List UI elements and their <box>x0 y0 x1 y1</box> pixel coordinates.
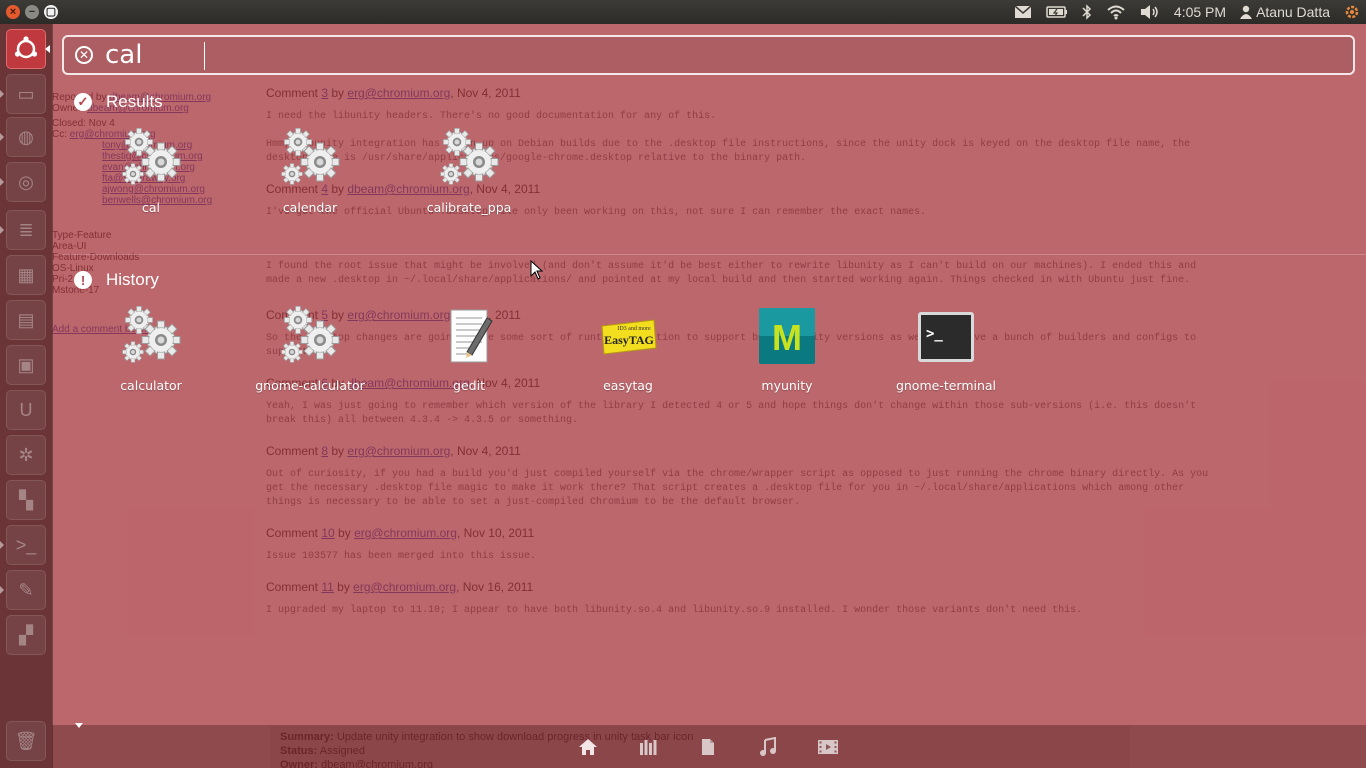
gears-icon <box>278 304 342 368</box>
gears-icon <box>119 304 183 368</box>
video-lens-icon[interactable] <box>816 735 840 759</box>
result-label: cal <box>141 200 160 215</box>
clear-search-icon[interactable]: ✕ <box>75 46 93 64</box>
running-pip <box>0 586 4 594</box>
window-minimize-button[interactable]: − <box>25 5 39 19</box>
applications-lens-icon[interactable] <box>636 735 660 759</box>
svg-text:>_: >_ <box>926 326 943 342</box>
bluetooth-icon[interactable] <box>1082 4 1092 20</box>
terminal-icon: >_ <box>918 312 974 362</box>
presentation-icon[interactable]: ▤ <box>6 300 46 340</box>
running-pip <box>0 133 4 141</box>
running-pip <box>0 178 4 186</box>
history-icon: ! <box>74 271 92 289</box>
text-caret <box>204 42 205 70</box>
document-icon[interactable]: ≣ <box>6 210 46 250</box>
results-title: Results <box>106 92 163 111</box>
svg-text:ID3 and more: ID3 and more <box>617 326 651 332</box>
search-input[interactable] <box>105 40 1205 70</box>
window-maximize-button[interactable]: ▢ <box>44 5 58 19</box>
mail-icon[interactable] <box>1014 5 1032 19</box>
svg-text:M: M <box>772 317 802 358</box>
result-tile[interactable]: cal <box>76 126 226 216</box>
chromium-icon[interactable]: ◎ <box>6 162 46 202</box>
ubuntu-one-icon[interactable]: U <box>6 390 46 430</box>
user-menu[interactable]: Atanu Datta <box>1240 4 1330 20</box>
history-title: History <box>106 270 159 289</box>
history-label: easytag <box>603 378 653 393</box>
history-tile[interactable]: ID3 and more EasyTAG easytag <box>553 304 703 394</box>
history-label: gnome-terminal <box>895 378 997 393</box>
wifi-icon[interactable] <box>1106 4 1126 20</box>
terminal-icon[interactable]: >_ <box>6 525 46 565</box>
files-icon[interactable]: ▭ <box>6 74 46 114</box>
result-label: calendar <box>282 200 338 215</box>
checkmark-icon: ✓ <box>74 93 92 111</box>
history-tile[interactable]: >_ gnome-terminal <box>871 304 1021 394</box>
history-label: gedit <box>453 378 485 393</box>
history-tile[interactable]: gnome-calculator <box>235 304 385 394</box>
home-lens-icon[interactable] <box>576 735 600 759</box>
lens-bar <box>52 725 1366 768</box>
running-pip <box>0 226 4 234</box>
gears-icon <box>119 126 183 190</box>
launcher-active-arrow <box>45 45 50 53</box>
result-tile[interactable]: calibrate_ppa <box>394 126 544 216</box>
window-close-button[interactable]: × <box>6 5 20 19</box>
history-tile[interactable]: gedit <box>394 304 544 394</box>
user-icon <box>1240 5 1253 19</box>
category-divider <box>62 254 1366 255</box>
music-lens-icon[interactable] <box>756 735 780 759</box>
running-pip <box>0 90 4 98</box>
history-label: myunity <box>761 378 813 393</box>
volume-icon[interactable] <box>1140 4 1160 20</box>
workspace-icon[interactable]: ▚ <box>6 480 46 520</box>
software-center-icon[interactable]: ▣ <box>6 345 46 385</box>
power-gear-icon[interactable] <box>1344 4 1360 20</box>
running-pip <box>0 541 4 549</box>
dash-search-box[interactable]: ✕ <box>62 35 1355 75</box>
gears-icon <box>278 126 342 190</box>
history-tile[interactable]: calculator <box>76 304 226 394</box>
trash-icon[interactable]: 🗑 <box>6 721 46 761</box>
history-category-header[interactable]: ! History <box>74 270 159 290</box>
easytag-icon: ID3 and more EasyTAG <box>601 319 657 355</box>
system-monitor-icon[interactable]: ▞ <box>6 615 46 655</box>
text-editor-icon <box>450 309 493 363</box>
settings-icon[interactable]: ✲ <box>6 435 46 475</box>
history-label: calculator <box>120 378 182 393</box>
dash-home-icon[interactable] <box>6 29 46 69</box>
battery-icon[interactable] <box>1046 5 1068 19</box>
firefox-icon[interactable]: ◍ <box>6 117 46 157</box>
indicator-area: 4:05 PM Atanu Datta <box>1014 0 1360 24</box>
result-label: calibrate_ppa <box>426 200 512 215</box>
clock[interactable]: 4:05 PM <box>1174 4 1226 20</box>
launcher: ▭ ◍ ◎ ≣ ▦ ▤ ▣ U ✲ ▚ >_ ✎ ▞ 🗑 <box>0 24 53 768</box>
results-category-header[interactable]: ✓ Results <box>74 92 163 112</box>
svg-text:EasyTAG: EasyTAG <box>604 333 654 347</box>
files-lens-icon[interactable] <box>696 735 720 759</box>
gears-icon <box>437 126 501 190</box>
top-panel: × − ▢ 4:05 PM Atanu Datta <box>0 0 1366 24</box>
history-tile[interactable]: M myunity <box>712 304 862 394</box>
expand-filters-arrow[interactable] <box>75 723 83 728</box>
history-label: gnome-calculator <box>255 378 365 393</box>
text-editor-icon[interactable]: ✎ <box>6 570 46 610</box>
mouse-cursor <box>530 260 544 280</box>
user-name: Atanu Datta <box>1256 4 1330 20</box>
spreadsheet-icon[interactable]: ▦ <box>6 255 46 295</box>
result-tile[interactable]: calendar <box>235 126 385 216</box>
myunity-icon: M <box>759 308 815 364</box>
